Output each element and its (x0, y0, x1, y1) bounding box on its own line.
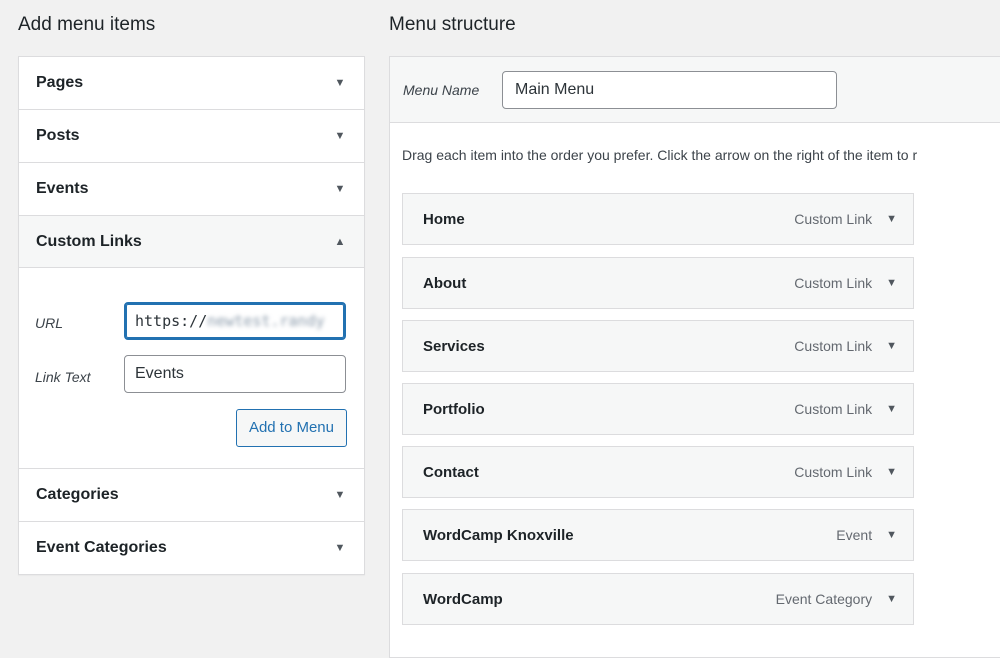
accordion-label: Custom Links (36, 232, 142, 250)
accordion-header-categories[interactable]: Categories ▼ (19, 469, 364, 521)
accordion-header-custom-links[interactable]: Custom Links ▲ (19, 216, 364, 268)
menu-item[interactable]: WordCamp Knoxville Event ▼ (402, 509, 914, 561)
menu-items-accordion: Pages ▼ Posts ▼ Events ▼ Custom Links ▲ … (18, 56, 365, 575)
accordion-header-events[interactable]: Events ▼ (19, 163, 364, 215)
accordion-section-custom-links: Custom Links ▲ URL https://newtest.randy… (19, 216, 364, 469)
menu-item-type: Event Category (775, 591, 873, 607)
accordion-label: Events (36, 180, 89, 197)
menu-item-type: Custom Link (794, 275, 873, 291)
chevron-down-icon[interactable]: ▼ (886, 277, 897, 289)
menu-item-type: Custom Link (794, 338, 873, 354)
add-to-menu-button[interactable]: Add to Menu (235, 409, 347, 447)
chevron-up-icon[interactable]: ▲ (333, 236, 347, 248)
menu-item-title: WordCamp Knoxville (423, 526, 574, 544)
menu-item[interactable]: Services Custom Link ▼ (402, 320, 914, 372)
chevron-down-icon[interactable]: ▼ (333, 489, 347, 501)
chevron-down-icon[interactable]: ▼ (886, 593, 897, 605)
accordion-label: Event Categories (36, 539, 167, 556)
chevron-down-icon[interactable]: ▼ (886, 213, 897, 225)
menu-item-title: Home (423, 210, 465, 228)
menu-item-type: Custom Link (794, 464, 873, 480)
menu-item-type: Custom Link (794, 211, 873, 227)
accordion-section-events: Events ▼ (19, 163, 364, 216)
menu-edit-box: Menu Name Main Menu Drag each item into … (389, 56, 1000, 658)
chevron-down-icon[interactable]: ▼ (333, 130, 347, 142)
link-text-label: Link Text (35, 369, 91, 385)
accordion-section-posts: Posts ▼ (19, 110, 364, 163)
chevron-down-icon[interactable]: ▼ (333, 542, 347, 554)
menu-item-type: Custom Link (794, 401, 873, 417)
chevron-down-icon[interactable]: ▼ (886, 529, 897, 541)
url-label: URL (35, 315, 64, 331)
chevron-down-icon[interactable]: ▼ (333, 77, 347, 89)
menu-item[interactable]: Home Custom Link ▼ (402, 193, 914, 245)
menu-item[interactable]: Contact Custom Link ▼ (402, 446, 914, 498)
menu-item-title: About (423, 274, 467, 292)
menu-item-title: Portfolio (423, 400, 485, 418)
chevron-down-icon[interactable]: ▼ (886, 466, 897, 478)
chevron-down-icon[interactable]: ▼ (886, 403, 897, 415)
add-menu-items-title: Add menu items (18, 14, 156, 35)
link-text-input[interactable]: Events (124, 355, 346, 393)
accordion-header-posts[interactable]: Posts ▼ (19, 110, 364, 162)
accordion-section-event-categories: Event Categories ▼ (19, 522, 364, 574)
menu-structure-title: Menu structure (389, 14, 516, 35)
accordion-header-event-categories[interactable]: Event Categories ▼ (19, 522, 364, 574)
drag-instructions: Drag each item into the order you prefer… (402, 147, 918, 163)
menu-structure-panel: Menu structure Menu Name Main Menu Drag … (389, 0, 1000, 658)
url-value: https:// (135, 312, 208, 330)
menu-item-title: Services (423, 337, 485, 355)
menu-item[interactable]: WordCamp Event Category ▼ (402, 573, 914, 625)
accordion-header-pages[interactable]: Pages ▼ (19, 57, 364, 109)
menu-item[interactable]: Portfolio Custom Link ▼ (402, 383, 914, 435)
menu-name-label: Menu Name (403, 82, 480, 98)
menu-name-header: Menu Name Main Menu (390, 57, 1000, 123)
menu-item-title: Contact (423, 463, 479, 481)
menu-item[interactable]: About Custom Link ▼ (402, 257, 914, 309)
accordion-section-categories: Categories ▼ (19, 469, 364, 522)
menu-item-title: WordCamp (423, 590, 503, 608)
url-value-blurred: newtest.randy (207, 312, 325, 330)
accordion-label: Categories (36, 486, 119, 503)
accordion-section-pages: Pages ▼ (19, 57, 364, 110)
chevron-down-icon[interactable]: ▼ (886, 340, 897, 352)
chevron-down-icon[interactable]: ▼ (333, 183, 347, 195)
url-input[interactable]: https://newtest.randy (124, 302, 346, 340)
accordion-label: Pages (36, 74, 84, 91)
menu-item-type: Event (836, 527, 873, 543)
custom-links-form: URL https://newtest.randy Link Text Even… (19, 268, 364, 468)
link-text-value: Events (135, 365, 184, 382)
menu-name-input[interactable]: Main Menu (502, 71, 837, 109)
accordion-label: Posts (36, 127, 80, 144)
